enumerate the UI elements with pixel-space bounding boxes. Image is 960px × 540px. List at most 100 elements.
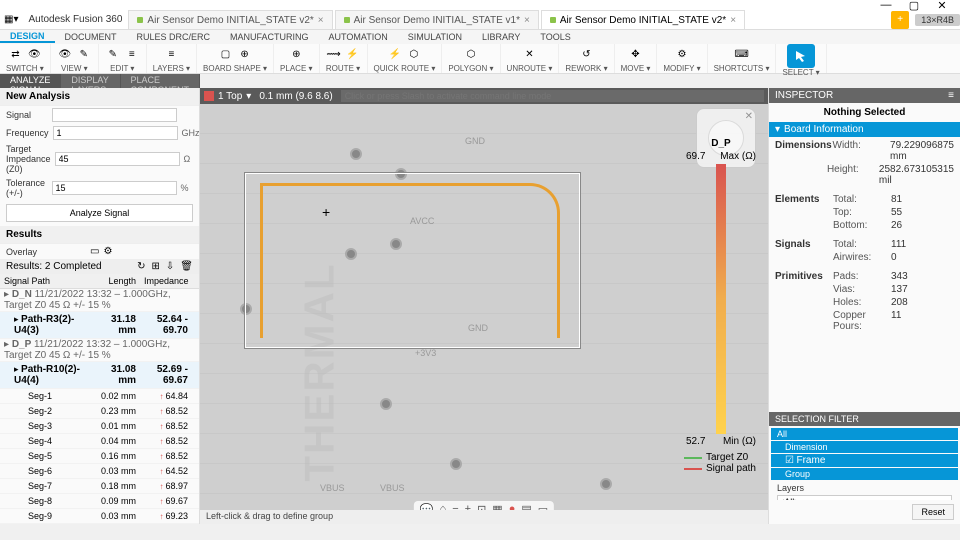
form-label: Target Impedance (Z0) — [6, 144, 51, 174]
result-path-row[interactable]: ▸ Path-R3(2)-U4(3)31.18 mm52.64 - 69.70 — [0, 312, 199, 339]
tool-icon[interactable]: ≡ — [124, 46, 140, 62]
board-info-header[interactable]: ▾ Board Information — [769, 122, 960, 137]
tool-icon[interactable]: ⚡ — [345, 46, 361, 62]
ribbon-tab-automation[interactable]: AUTOMATION — [319, 32, 398, 42]
tool-icon[interactable]: ⚙ — [674, 46, 690, 62]
expand-icon[interactable]: ⊞ — [152, 261, 160, 272]
info-value: 111 — [891, 239, 954, 250]
command-line-input[interactable] — [341, 90, 764, 102]
file-tabs: Air Sensor Demo INITIAL_STATE v2*×Air Se… — [128, 10, 891, 29]
tool-icon[interactable]: 👁 — [57, 46, 73, 62]
target-impedance-z--input[interactable] — [55, 152, 180, 166]
result-group-row[interactable]: ▸ D_N 11/21/2022 13:32 – 1.000GHz, Targe… — [0, 289, 199, 312]
close-tab-icon[interactable]: × — [730, 15, 736, 26]
file-tab[interactable]: Air Sensor Demo INITIAL_STATE v2*× — [541, 10, 745, 29]
segment-row[interactable]: Seg-50.16 mm↑68.52 — [0, 449, 199, 464]
legend-item: Signal path — [684, 463, 756, 474]
ribbon-tab-library[interactable]: LIBRARY — [472, 32, 530, 42]
overlay-settings-icon[interactable]: ⚙ — [103, 246, 112, 257]
analyze-signal-button[interactable]: Analyze Signal — [6, 204, 193, 222]
tool-group-label: REWORK ▾ — [565, 64, 607, 73]
tolerance--input[interactable] — [52, 181, 177, 195]
ribbon-tab-document[interactable]: DOCUMENT — [55, 32, 127, 42]
tool-icon[interactable]: ▢ — [218, 46, 234, 62]
close-window-button[interactable]: ✕ — [928, 0, 956, 12]
via — [600, 478, 612, 490]
sub-tab-place-component[interactable]: PLACE COMPONENT — [121, 74, 201, 88]
tool-icon[interactable]: ✎ — [105, 46, 121, 62]
ribbon-tab-simulation[interactable]: SIMULATION — [398, 32, 472, 42]
segment-row[interactable]: Seg-60.03 mm↑64.52 — [0, 464, 199, 479]
ribbon-tab-manufacturing[interactable]: MANUFACTURING — [220, 32, 319, 42]
info-value: 2582.673105315 mil — [879, 164, 954, 186]
layer-filter-select[interactable] — [777, 495, 952, 501]
tool-group-label: ROUTE ▾ — [326, 64, 360, 73]
segment-row[interactable]: Seg-30.01 mm↑68.52 — [0, 419, 199, 434]
overlay-toggle-icon[interactable]: ▭ — [90, 246, 99, 257]
result-group-row[interactable]: ▸ D_P 11/21/2022 13:32 – 1.000GHz, Targe… — [0, 339, 199, 362]
file-tab[interactable]: Air Sensor Demo INITIAL_STATE v2*× — [128, 10, 332, 29]
file-tab[interactable]: Air Sensor Demo INITIAL_STATE v1*× — [335, 10, 539, 29]
tool-group-place: ⊕PLACE ▾ — [274, 44, 319, 73]
layer-selector[interactable]: 1 Top ▾ — [204, 91, 251, 102]
info-category: Dimensions — [775, 140, 833, 162]
close-tab-icon[interactable]: × — [524, 15, 530, 26]
frequency-input[interactable] — [53, 126, 178, 140]
tool-icon[interactable]: ✎ — [76, 46, 92, 62]
view-cube-close-icon[interactable]: ✕ — [745, 111, 753, 122]
filter-item-group[interactable]: Group — [771, 468, 958, 480]
tool-icon[interactable]: 👁 — [26, 46, 42, 62]
ribbon-tab-rules drc/erc[interactable]: RULES DRC/ERC — [127, 32, 221, 42]
ribbon-tab-tools[interactable]: TOOLS — [530, 32, 580, 42]
segment-row[interactable]: Seg-70.18 mm↑68.97 — [0, 479, 199, 494]
ribbon-tab-design[interactable]: DESIGN — [0, 31, 55, 43]
new-tab-button[interactable]: + — [891, 11, 909, 29]
selection-filter-body: All Dimension ☑ Frame Group Layers ☑1 To… — [769, 426, 960, 501]
tool-icon[interactable]: ⬡ — [406, 46, 422, 62]
segment-row[interactable]: Seg-80.09 mm↑69.67 — [0, 494, 199, 509]
segment-row[interactable]: Seg-20.23 mm↑68.52 — [0, 404, 199, 419]
refresh-icon[interactable]: ↻ — [137, 261, 145, 272]
segment-row[interactable]: Seg-40.04 mm↑68.52 — [0, 434, 199, 449]
pcb-canvas[interactable]: 1 Top ▾ 0.1 mm (9.6 8.6) THERMAL AVCC GN… — [200, 88, 768, 524]
tool-icon[interactable]: ≡ — [163, 46, 179, 62]
tool-icon[interactable]: ↺ — [578, 46, 594, 62]
export-icon[interactable]: ⇩ — [166, 261, 174, 272]
app-menu-icon[interactable]: ▦▾ — [0, 14, 22, 25]
path-name: ▸ Path-R10(2)-U4(4) — [0, 362, 90, 388]
sub-tab-display-layers[interactable]: DISPLAY LAYERS — [61, 74, 120, 88]
filter-item-dimension[interactable]: Dimension — [771, 441, 958, 453]
close-tab-icon[interactable]: × — [318, 15, 324, 26]
tool-icon[interactable]: ⟿ — [326, 46, 342, 62]
tool-icon[interactable]: ✥ — [627, 46, 643, 62]
filter-item-frame[interactable]: ☑ Frame — [771, 454, 958, 467]
tool-icon[interactable]: ⬡ — [463, 46, 479, 62]
result-path-row[interactable]: ▸ Path-R10(2)-U4(4)31.08 mm52.69 - 69.67 — [0, 362, 199, 389]
maximize-button[interactable]: ▢ — [900, 0, 928, 12]
reset-filter-button[interactable]: Reset — [912, 504, 954, 520]
info-key: Pads: — [833, 271, 891, 282]
inspector-collapse-icon[interactable]: ≡ — [948, 90, 954, 101]
signal-input[interactable] — [52, 108, 177, 122]
up-arrow-icon: ↑ — [159, 392, 163, 401]
tool-icon[interactable]: ⇄ — [7, 46, 23, 62]
tool-icon[interactable]: ⊕ — [288, 46, 304, 62]
info-row: ElementsTotal:81 — [775, 193, 954, 206]
segment-row[interactable]: Seg-90.03 mm↑69.23 — [0, 509, 199, 524]
filter-item-all[interactable]: All — [771, 428, 958, 440]
tool-group-edit: ✎≡EDIT ▾ — [99, 44, 147, 73]
segment-row[interactable]: Seg-10.02 mm↑64.84 — [0, 389, 199, 404]
select-tool-button[interactable] — [787, 44, 815, 68]
legend-item: Target Z0 — [684, 452, 756, 463]
file-icon — [344, 17, 350, 23]
tool-icon[interactable]: ⌨ — [734, 46, 750, 62]
board-info-title: Board Information — [784, 124, 864, 135]
tool-icon[interactable]: ⊕ — [237, 46, 253, 62]
tool-icon[interactable]: ⚡ — [387, 46, 403, 62]
tool-icon[interactable]: ✕ — [521, 46, 537, 62]
tool-group-quick-route: ⚡⬡QUICK ROUTE ▾ — [368, 44, 443, 73]
delete-icon[interactable]: 🗑 — [180, 261, 193, 272]
overlay-label: Overlay — [6, 247, 86, 257]
info-value: 81 — [891, 194, 954, 205]
sub-tab-analyze-signal[interactable]: ANALYZE SIGNAL — [0, 74, 61, 88]
